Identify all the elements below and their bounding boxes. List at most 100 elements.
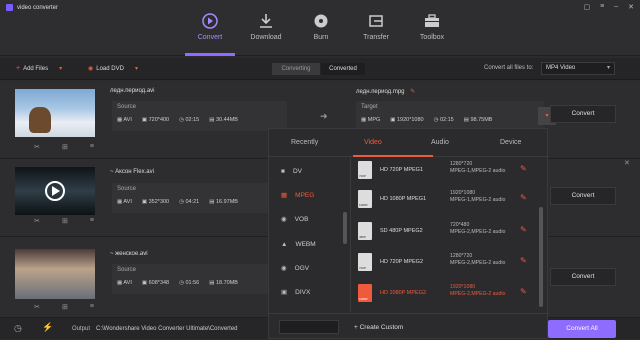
preset-icon: 1080P [358, 284, 372, 302]
toolbox-icon [423, 12, 441, 30]
dropdown-footer: + Create Custom [269, 313, 549, 340]
edit-icon[interactable]: ✎ [520, 256, 527, 265]
menu-icon[interactable]: ≡ [600, 3, 604, 11]
add-files-button[interactable]: + Add Files ▾ [16, 65, 62, 72]
tab-audio[interactable]: Audio [431, 139, 449, 146]
duration-value: ◷ 02:15 [179, 117, 200, 123]
load-dvd-label: Load DVD [96, 65, 124, 72]
convert-all-button[interactable]: Convert All [548, 320, 616, 338]
remove-file-icon[interactable]: ✕ [624, 159, 630, 167]
gift-icon[interactable]: ▢ [584, 3, 591, 11]
edit-icon[interactable]: ✎ [410, 89, 415, 95]
tab-converting[interactable]: Converting [272, 63, 320, 75]
tab-toolbox[interactable]: Toolbox [402, 12, 462, 41]
convert-button[interactable]: Convert [550, 187, 616, 205]
trim-icon[interactable]: ✂ [34, 143, 40, 151]
transfer-icon [367, 12, 385, 30]
tab-recently[interactable]: Recently [291, 139, 318, 146]
preset-icon: 480P [358, 222, 372, 240]
download-icon [257, 12, 275, 30]
convert-button[interactable]: Convert [550, 105, 616, 123]
tab-device[interactable]: Device [500, 139, 521, 146]
edit-icon[interactable]: ✎ [520, 287, 527, 296]
preset-hd-720p-mpeg2[interactable]: 720P HD 720P MPEG2 1280*720 MPEG-2,MPEG-2… [354, 251, 544, 279]
edit-icon[interactable]: ✎ [520, 193, 527, 202]
tab-convert-label: Convert [197, 34, 223, 41]
preset-hd-720p-mpeg1[interactable]: 720P HD 720P MPEG1 1280*720 MPEG-1,MPEG-2… [354, 159, 544, 187]
tab-burn[interactable]: Burn [291, 12, 351, 41]
edit-tools: ✂ ⊞ ≡ [34, 217, 94, 225]
custom-search-input[interactable] [279, 320, 339, 334]
load-dvd-button[interactable]: ◉ Load DVD ▾ [88, 65, 138, 73]
chevron-down-icon: ▾ [606, 65, 610, 71]
tab-download-label: Download [250, 34, 282, 41]
preset-list-scrollbar[interactable] [539, 207, 543, 307]
trim-icon[interactable]: ✂ [34, 303, 40, 311]
trim-icon[interactable]: ✂ [34, 217, 40, 225]
resolution-icon: ▣ [141, 199, 149, 205]
size-value: ▤ 30.44MB [209, 117, 238, 123]
top-navigation: video converter ▢ ≡ – ✕ Convert Download… [0, 0, 640, 56]
close-icon[interactable]: ✕ [628, 3, 634, 11]
preset-spec: 1280*720 MPEG-1,MPEG-2 audio [450, 161, 506, 174]
target-info: Target ▦ MPG ▣ 1920*1080 ◷ 02:15 ▤ 98.75… [356, 101, 556, 131]
convert-all-label: Convert all files to: [484, 65, 534, 71]
schedule-icon[interactable]: ◷ [14, 323, 22, 334]
crop-icon[interactable]: ⊞ [62, 303, 68, 311]
video-thumbnail[interactable] [15, 249, 95, 299]
target-format: ▦ MPG [361, 117, 381, 123]
video-thumbnail[interactable] [15, 167, 95, 215]
output-path[interactable]: C:\Wondershare Video Converter Ultimate\… [96, 326, 238, 332]
source-info: Source ▦ AVI ▣ 352*300 ◷ 04:21 ▤ 16.97MB [112, 183, 287, 213]
preset-hd-1080p-mpeg1[interactable]: 1080P HD 1080P MPEG1 1920*1080 MPEG-1,MPE… [354, 188, 544, 216]
create-custom-button[interactable]: + Create Custom [354, 324, 403, 331]
size-value: ▤ 18.70MB [209, 280, 238, 286]
format-tabs: Recently Video Audio Device [269, 129, 549, 157]
resolution-icon: ▣ [141, 117, 149, 123]
effects-icon[interactable]: ≡ [90, 143, 94, 151]
source-info: Source ▦ AVI ▣ 608*348 ◷ 01:56 ▤ 18.70MB [112, 264, 287, 294]
tab-converted[interactable]: Converted [321, 63, 365, 75]
chevron-down-icon[interactable]: ▾ [59, 65, 62, 72]
edit-icon[interactable]: ✎ [520, 225, 527, 234]
preset-hd-1080p-mpeg2[interactable]: 1080P HD 1080P MPEG2 1920*1080 MPEG-2,MPE… [354, 282, 544, 310]
plus-icon: + [16, 65, 21, 72]
preset-spec: 1920*1080 MPEG-2,MPEG-2 audio [450, 284, 506, 297]
convert-button[interactable]: Convert [550, 268, 616, 286]
minimize-icon[interactable]: – [614, 3, 618, 11]
preset-spec: 1920*1080 MPEG-1,MPEG-2 audio [450, 190, 506, 203]
tab-video[interactable]: Video [364, 139, 382, 146]
tab-transfer-label: Transfer [363, 34, 389, 41]
format-value: ▦ AVI [117, 280, 132, 286]
effects-icon[interactable]: ≡ [90, 303, 94, 311]
format-dropdown: Recently Video Audio Device ■ DV ▦ MPEG ◉ V… [268, 128, 549, 340]
preset-spec: 720*480 MPEG-2,MPEG-2 audio [450, 222, 506, 235]
target-size: ▤ 98.75MB [463, 117, 493, 123]
source-info: Source ▦ AVI ▣ 720*400 ◷ 02:15 ▤ 30.44MB [112, 101, 287, 131]
convert-all-select[interactable]: MP4 Video ▾ [541, 62, 615, 75]
preset-sd-480p-mpeg2[interactable]: 480P SD 480P MPEG2 720*480 MPEG-2,MPEG-2 … [354, 220, 544, 248]
video-thumbnail[interactable] [15, 89, 95, 137]
preset-icon: 720P [358, 161, 372, 179]
tab-converting-label: Converting [281, 66, 311, 72]
edit-tools: ✂ ⊞ ≡ [34, 143, 94, 151]
format-value: ▦ AVI [117, 199, 132, 205]
lightning-icon[interactable]: ⚡ [42, 322, 53, 333]
tab-transfer[interactable]: Transfer [346, 12, 406, 41]
film-icon: ▦ [361, 117, 368, 123]
format-value: ▦ AVI [117, 117, 132, 123]
resolution-icon: ▣ [390, 117, 397, 123]
chevron-down-icon[interactable]: ▾ [135, 65, 138, 72]
preset-name: HD 1080P MPEG2 [380, 290, 427, 296]
crop-icon[interactable]: ⊞ [62, 143, 68, 151]
tab-convert[interactable]: Convert [180, 12, 240, 41]
edit-icon[interactable]: ✎ [520, 164, 527, 173]
duration-value: ◷ 04:21 [179, 199, 200, 205]
preset-spec: 1280*720 MPEG-2,MPEG-2 audio [450, 253, 506, 266]
active-tab-indicator [185, 53, 235, 56]
tab-download[interactable]: Download [236, 12, 296, 41]
effects-icon[interactable]: ≡ [90, 217, 94, 225]
convert-all-value: MP4 Video [546, 65, 576, 71]
crop-icon[interactable]: ⊞ [62, 217, 68, 225]
source-label: Source [117, 186, 137, 192]
